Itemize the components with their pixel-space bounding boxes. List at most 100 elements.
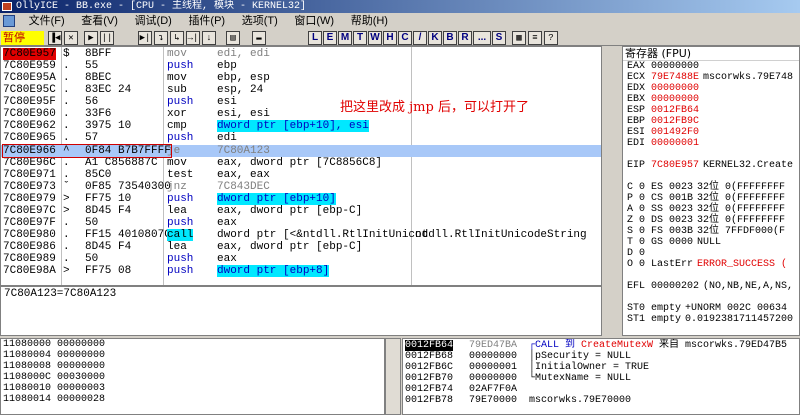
disasm-row[interactable]: 7C80E973 ˇ 0F85 73540300 jnz 7C843DEC (1, 181, 601, 193)
windows-button[interactable]: W (368, 31, 382, 45)
register-row[interactable]: T 0 GS 0000 NULL (623, 237, 799, 248)
disasm-row[interactable]: 7C80E959 . 55 push ebp (1, 60, 601, 72)
disasm-row[interactable]: 7C80E989 . 50 push eax (1, 253, 601, 265)
stack-row[interactable]: 0012FB74 02AF7F0A (403, 384, 799, 395)
restart-icon[interactable]: ▐◀ (48, 31, 62, 45)
register-row[interactable]: EDI 00000001 (623, 138, 799, 149)
menu-view[interactable]: 查看(V) (76, 13, 123, 30)
references-button[interactable]: R (458, 31, 472, 45)
handles-button[interactable]: H (383, 31, 397, 45)
dump-scrollbar[interactable] (385, 338, 401, 415)
stack-comment: │InitialOwner = TRUE (529, 362, 649, 373)
dump-row[interactable]: 11080000 00000000 (1, 339, 384, 350)
disasm-row[interactable]: 7C80E979 > FF75 10 push dword ptr [ebp+1… (1, 193, 601, 205)
register-row[interactable]: S 0 FS 003B 32位 7FFDF000(F (623, 226, 799, 237)
hex-dump: 33F6 (85, 108, 112, 120)
dump-row[interactable]: 11080004 00000000 (1, 350, 384, 361)
run-trace-button[interactable]: ... (473, 31, 491, 45)
threads-button[interactable]: T (353, 31, 367, 45)
memory-map-button[interactable]: M (338, 31, 352, 45)
register-row[interactable]: ESI 001492F0 (623, 127, 799, 138)
stack-row[interactable]: 0012FB70 00000000 └MutexName = NULL (403, 373, 799, 384)
source-button[interactable]: S (492, 31, 506, 45)
disasm-row[interactable]: 7C80E95C . 83EC 24 sub esp, 24 (1, 84, 601, 96)
call-stack-button[interactable]: K (428, 31, 442, 45)
goto-icon[interactable]: ▤ (226, 31, 240, 45)
register-row[interactable] (623, 270, 799, 281)
register-row[interactable]: Z 0 DS 0023 32位 0(FFFFFFFF (623, 215, 799, 226)
register-row[interactable]: EBX 00000000 (623, 94, 799, 105)
register-row[interactable]: A 0 SS 0023 32位 0(FFFFFFFF (623, 204, 799, 215)
register-row[interactable]: EDX 00000000 (623, 83, 799, 94)
stack-row[interactable]: 0012FB68 00000000 │pSecurity = NULL (403, 351, 799, 362)
disasm-row[interactable]: 7C80E95A . 8BEC mov ebp, esp (1, 72, 601, 84)
memory-dump-pane[interactable]: 11080000 00000000 11080004 00000000 11080008… (0, 338, 385, 415)
disasm-row[interactable]: 7C80E980 . FF15 4010807C call dword ptr … (1, 229, 601, 241)
patches-button[interactable]: / (413, 31, 427, 45)
execute-till-return-icon[interactable]: ↓ (202, 31, 216, 45)
register-row[interactable]: ST1 empty 0.0192381711457200 (623, 314, 799, 325)
disasm-row[interactable]: 7C80E96C . A1 C856887C mov eax, dword pt… (1, 157, 601, 169)
menu-debug[interactable]: 调试(D) (130, 13, 177, 30)
disasm-address: 7C80E97F (3, 217, 56, 229)
register-row[interactable]: EAX 00000000 (623, 61, 799, 72)
log-window-button[interactable]: L (308, 31, 322, 45)
dump-row[interactable]: 11080014 00000028 (1, 394, 384, 405)
menu-help[interactable]: 帮助(H) (346, 13, 393, 30)
disasm-row[interactable]: 7C80E965 . 57 push edi (1, 132, 601, 144)
disasm-row[interactable]: 7C80E957 $ 8BFF mov edi, edi (1, 48, 601, 60)
register-row[interactable]: EIP 7C80E957 KERNEL32.Create (623, 160, 799, 171)
help-icon[interactable]: ? (544, 31, 558, 45)
register-row[interactable]: EBP 0012FB9C (623, 116, 799, 127)
stack-pane[interactable]: 0012FB64 79ED47BA ┌CALL 到 CreateMutexW 来自 … (402, 338, 800, 415)
stack-row[interactable]: 0012FB6C 00000001 │InitialOwner = TRUE (403, 362, 799, 373)
register-row[interactable]: P 0 CS 001B 32位 0(FFFFFFFF (623, 193, 799, 204)
dump-row[interactable]: 11080008 00000000 (1, 361, 384, 372)
register-row[interactable]: ECX 79E7488E mscorwks.79E748 (623, 72, 799, 83)
breakpoints-button[interactable]: B (443, 31, 457, 45)
disasm-row[interactable]: 7C80E971 . 85C0 test eax, eax (1, 169, 601, 181)
cpu-button[interactable]: C (398, 31, 412, 45)
info-pane[interactable]: 7C80A123=7C80A123 (0, 286, 602, 336)
register-row[interactable]: C 0 ES 0023 32位 0(FFFFFFFF (623, 182, 799, 193)
trace-into-icon[interactable]: ↳ (170, 31, 184, 45)
disasm-row[interactable]: 7C80E97F . 50 push eax (1, 217, 601, 229)
step-into-icon[interactable]: ▶| (138, 31, 152, 45)
menu-options[interactable]: 选项(T) (237, 13, 283, 30)
register-row[interactable]: ST0 empty +UNORM 002C 00634 (623, 303, 799, 314)
step-over-icon[interactable]: ↴ (154, 31, 168, 45)
run-icon[interactable]: ▶ (84, 31, 98, 45)
register-row[interactable] (623, 171, 799, 182)
disasm-row[interactable]: 7C80E97C > 8D45 F4 lea eax, dword ptr [e… (1, 205, 601, 217)
register-row[interactable]: EFL 00000202 (NO,NB,NE,A,NS, (623, 281, 799, 292)
trace-over-icon[interactable]: →| (186, 31, 200, 45)
disassembly-pane[interactable]: 7C80E957 $ 8BFF mov edi, edi 7C80E959 . … (0, 46, 602, 286)
disasm-row[interactable]: 7C80E986 . 8D45 F4 lea eax, dword ptr [e… (1, 241, 601, 253)
register-name: S 0 (627, 226, 646, 237)
disasm-row[interactable]: 7C80E962 . 3975 10 cmp dword ptr [ebp+10… (1, 120, 601, 132)
disasm-row[interactable]: 7C80E98A > FF75 08 push dword ptr [ebp+8… (1, 265, 601, 277)
register-row[interactable] (623, 149, 799, 160)
menu-file[interactable]: 文件(F) (24, 13, 70, 30)
register-row[interactable]: ESP 0012FB64 (623, 105, 799, 116)
menu-plugins[interactable]: 插件(P) (183, 13, 230, 30)
close-icon[interactable]: ✕ (64, 31, 78, 45)
dump-row[interactable]: 11080010 00000003 (1, 383, 384, 394)
grid-icon[interactable]: ▦ (512, 31, 526, 45)
bar-icon[interactable]: ▬ (252, 31, 266, 45)
stack-row[interactable]: 0012FB64 79ED47BA ┌CALL 到 CreateMutexW 来自 … (403, 340, 799, 351)
registers-pane[interactable]: 寄存器 (FPU) EAX 00000000 ECX 79E7488E mscorwks… (622, 46, 800, 336)
stack-row[interactable]: 0012FB78 79E70000 mscorwks.79E70000 (403, 395, 799, 406)
document-icon[interactable] (3, 15, 15, 27)
list-icon[interactable]: ≡ (528, 31, 542, 45)
disasm-address: 7C80E973 (3, 181, 56, 193)
dump-row[interactable]: 1108000C 00030000 (1, 372, 384, 383)
splitter[interactable] (603, 46, 621, 336)
register-row[interactable] (623, 292, 799, 303)
register-row[interactable]: O 0 LastErr ERROR_SUCCESS ( (623, 259, 799, 270)
menu-window[interactable]: 窗口(W) (289, 13, 339, 30)
executables-button[interactable]: E (323, 31, 337, 45)
pause-icon[interactable]: || (100, 31, 114, 45)
stack-address: 0012FB78 (405, 395, 454, 406)
register-row[interactable]: D 0 (623, 248, 799, 259)
